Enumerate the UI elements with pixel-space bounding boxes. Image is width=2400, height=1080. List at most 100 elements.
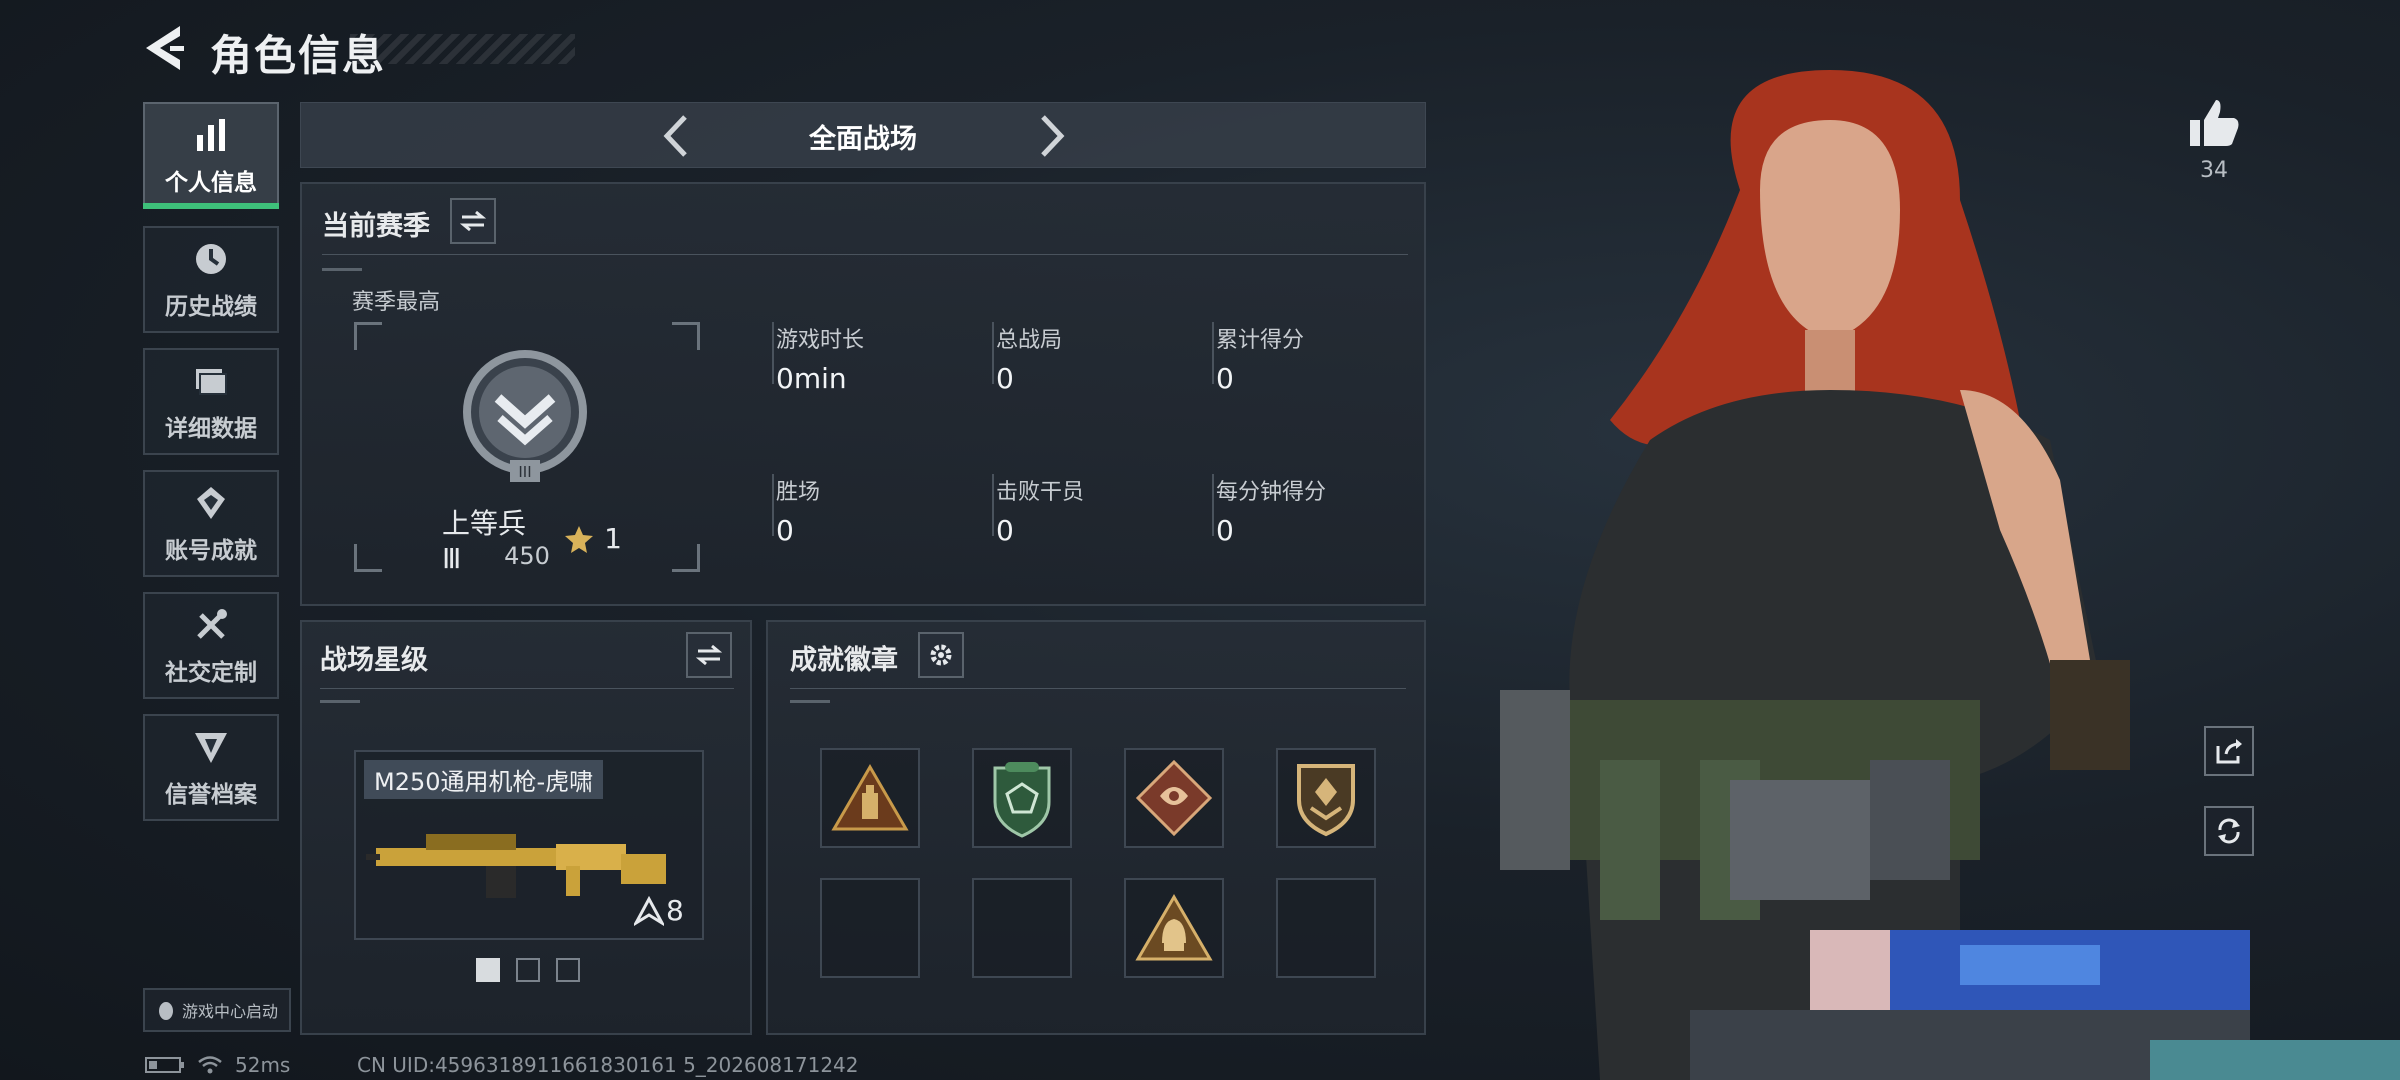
uid-text: CN UID:4596318911661830161 5_20260817124… (357, 1053, 859, 1077)
stat-divider (772, 322, 774, 384)
stat-value: 0 (776, 514, 794, 547)
reputation-icon (195, 732, 227, 763)
refresh-icon (2218, 818, 2240, 844)
ping-value: 52ms (235, 1053, 291, 1077)
gold-shield-badge-icon (1297, 764, 1355, 837)
badge-slot-empty[interactable] (972, 878, 1072, 978)
weapon-card[interactable]: M250通用机枪-虎啸 8 (354, 750, 704, 940)
achievement-icon (197, 486, 225, 519)
badge-slot[interactable] (1124, 748, 1224, 848)
badge-slot[interactable] (1276, 748, 1376, 848)
tick-mark (790, 700, 830, 703)
machine-gun-icon (366, 834, 666, 898)
character-model (1500, 70, 2130, 1080)
tools-icon (197, 608, 227, 639)
gear-icon (930, 644, 952, 666)
season-title: 当前赛季 (322, 211, 430, 242)
censored-block (1960, 945, 2100, 985)
page-dot-active[interactable] (476, 958, 500, 982)
frame-corner (672, 322, 700, 350)
stat-label: 胜场 (776, 480, 821, 505)
season-switch-button[interactable] (450, 198, 496, 244)
stat-value: 0min (776, 362, 847, 395)
sidebar-item-label: 历史战绩 (165, 293, 257, 320)
stat-divider (772, 474, 774, 536)
page-dot[interactable] (556, 958, 580, 982)
mode-next-button[interactable] (1025, 111, 1075, 161)
badge-slot-empty[interactable] (820, 878, 920, 978)
swap-icon (696, 644, 722, 666)
stat-label: 游戏时长 (776, 328, 865, 353)
star-level-title: 战场星级 (320, 645, 428, 676)
weapon-name: M250通用机枪-虎啸 (364, 760, 604, 799)
bar-chart-icon (197, 118, 225, 151)
badges-title: 成就徽章 (790, 645, 898, 676)
stat-divider (1212, 474, 1214, 536)
back-button[interactable] (140, 22, 190, 74)
helmet-triangle-badge-icon (1135, 894, 1213, 961)
sidebar-item-label: 账号成就 (165, 537, 257, 564)
weapon-level: 8 (666, 894, 684, 927)
badge-slot[interactable] (820, 748, 920, 848)
rank-numeral: III (518, 463, 531, 481)
divider (322, 254, 1408, 255)
stat-value: 0 (1216, 362, 1234, 395)
stat-divider (992, 474, 994, 536)
folder-icon (196, 368, 227, 395)
refresh-button[interactable] (2204, 806, 2254, 856)
star-level-panel: 战场星级 M250通用机枪-虎啸 8 (300, 620, 752, 1035)
sidebar-item-personal-info[interactable]: 个人信息 (143, 102, 279, 209)
share-button[interactable] (2204, 726, 2254, 776)
history-icon (196, 243, 226, 274)
mode-selector: 全面战场 (300, 102, 1426, 168)
stat-value: 0 (1216, 514, 1234, 547)
stat-value: 0 (996, 514, 1014, 547)
sidebar-item-reputation[interactable]: 信誉档案 (143, 714, 279, 821)
status-bar: 52ms (145, 1053, 290, 1077)
sidebar-item-label: 信誉档案 (165, 781, 257, 808)
ammo-triangle-badge-icon (831, 764, 909, 831)
chevron-right-icon (1041, 115, 1065, 157)
censored-block (1810, 930, 1890, 1010)
divider (790, 688, 1406, 689)
thumbs-up-icon (2190, 100, 2239, 146)
tick-mark (320, 700, 360, 703)
rank-emblem-icon: III (463, 350, 587, 482)
level-chevron-icon (634, 896, 664, 926)
badges-settings-button[interactable] (918, 632, 964, 678)
page-title: 角色信息 (210, 31, 387, 80)
game-center-launch-button[interactable]: 游戏中心启动 (143, 988, 291, 1032)
badges-panel: 成就徽章 (766, 620, 1426, 1035)
stat-label: 击败干员 (996, 480, 1085, 505)
wifi-icon (198, 1056, 222, 1074)
green-shield-badge-icon (993, 762, 1051, 838)
sidebar-item-detail-data[interactable]: 详细数据 (143, 348, 279, 455)
badge-slot-empty[interactable] (1276, 878, 1376, 978)
swap-icon (460, 210, 486, 232)
page-dot[interactable] (516, 958, 540, 982)
star-level-switch-button[interactable] (686, 632, 732, 678)
stat-divider (992, 322, 994, 384)
sidebar-item-achievement[interactable]: 账号成就 (143, 470, 279, 577)
frame-corner (354, 322, 382, 350)
sidebar-item-label: 社交定制 (165, 659, 257, 686)
like-button[interactable] (2186, 96, 2242, 152)
stat-label: 累计得分 (1216, 328, 1305, 353)
sidebar-item-label: 详细数据 (165, 415, 257, 442)
sidebar-item-label: 个人信息 (165, 169, 257, 196)
season-best-label: 赛季最高 (352, 290, 441, 315)
sidebar-item-history[interactable]: 历史战绩 (143, 226, 279, 333)
censored-block (1730, 780, 1870, 900)
stat-divider (1212, 322, 1214, 384)
badge-slot[interactable] (972, 748, 1072, 848)
divider (320, 688, 734, 689)
battery-icon (145, 1057, 184, 1073)
sidebar-item-social[interactable]: 社交定制 (143, 592, 279, 699)
stat-label: 每分钟得分 (1216, 480, 1327, 505)
mode-title: 全面战场 (809, 124, 917, 155)
launch-label: 游戏中心启动 (181, 1002, 278, 1021)
censored-block (2150, 1040, 2400, 1080)
badge-slot[interactable] (1124, 878, 1224, 978)
penguin-icon (158, 1002, 173, 1020)
season-panel: 当前赛季 赛季最高 III 上等兵 Ⅲ 1 450 游戏时长 0min 总战局 … (300, 182, 1426, 606)
